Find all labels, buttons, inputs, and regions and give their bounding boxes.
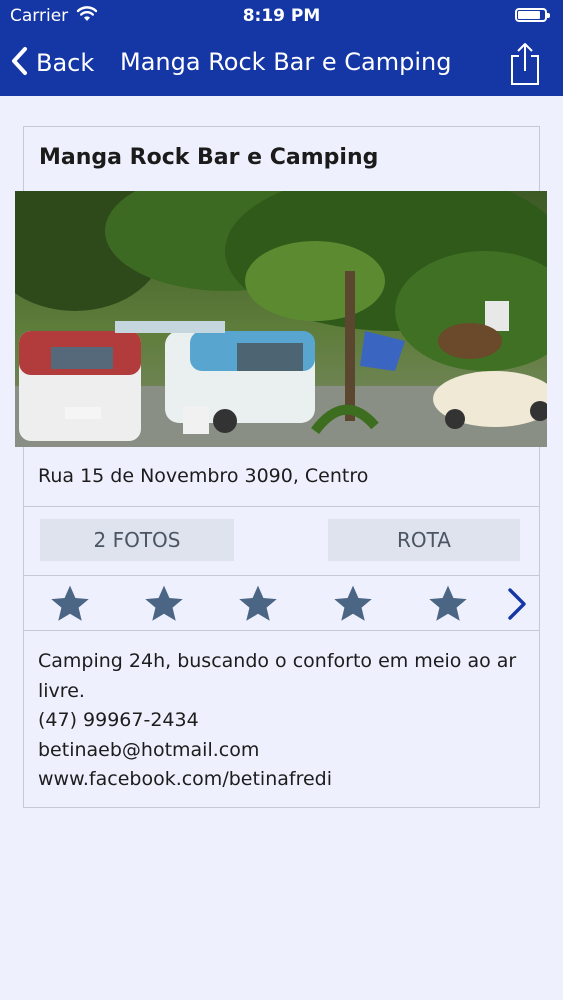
- place-photo[interactable]: [15, 191, 547, 447]
- star-icon[interactable]: [332, 583, 374, 625]
- star-icon[interactable]: [143, 583, 185, 625]
- battery-level: [518, 11, 541, 19]
- chevron-left-icon: [10, 46, 28, 80]
- place-description: Camping 24h, buscando o conforto em meio…: [38, 650, 517, 702]
- back-button[interactable]: Back: [10, 44, 94, 82]
- share-icon: [508, 43, 542, 90]
- place-address: Rua 15 de Novembro 3090, Centro: [38, 465, 369, 487]
- divider: [24, 506, 539, 507]
- share-button[interactable]: [508, 42, 542, 86]
- page-title: Manga Rock Bar e Camping: [120, 48, 452, 76]
- status-bar: Carrier 8:19 PM: [0, 0, 563, 32]
- navigation-bar: Back Manga Rock Bar e Camping: [0, 32, 563, 96]
- star-icon[interactable]: [49, 583, 91, 625]
- star-icon[interactable]: [427, 583, 469, 625]
- rating-stars: [24, 583, 539, 627]
- place-details: Camping 24h, buscando o conforto em meio…: [38, 647, 528, 795]
- status-time: 8:19 PM: [242, 6, 321, 26]
- divider: [24, 630, 539, 631]
- divider: [24, 575, 539, 576]
- place-email[interactable]: betinaeb@hotmail.com: [38, 736, 528, 766]
- star-icon[interactable]: [237, 583, 279, 625]
- photos-button[interactable]: 2 FOTOS: [40, 519, 234, 561]
- battery-icon: [515, 8, 550, 22]
- route-button[interactable]: ROTA: [328, 519, 520, 561]
- place-phone[interactable]: (47) 99967-2434: [38, 706, 528, 736]
- place-website[interactable]: www.facebook.com/betinafredi: [38, 765, 528, 795]
- place-title: Manga Rock Bar e Camping: [39, 145, 379, 170]
- back-label: Back: [36, 49, 95, 77]
- top-bar: Carrier 8:19 PM Back Manga Rock Bar e Ca…: [0, 0, 563, 96]
- chevron-right-icon[interactable]: [506, 586, 528, 622]
